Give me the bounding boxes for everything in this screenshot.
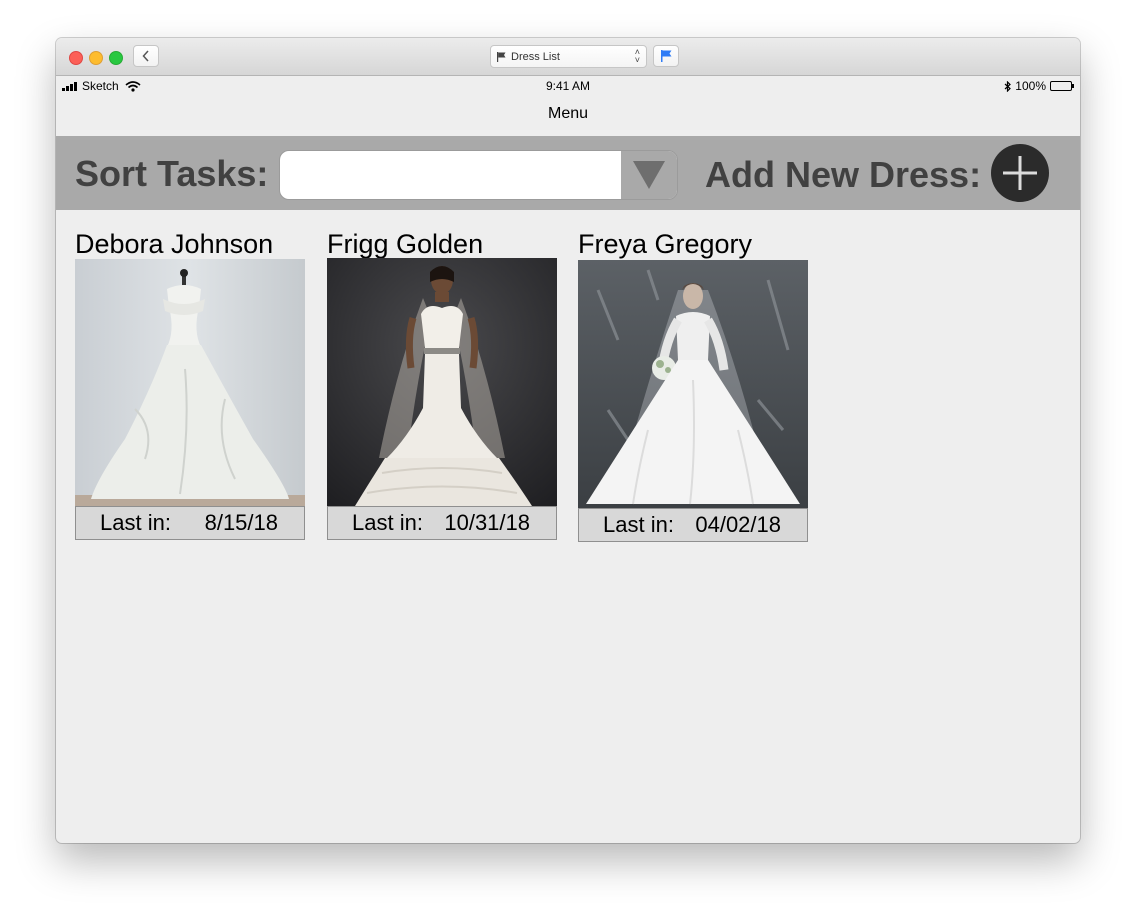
chevron-left-icon: [142, 50, 149, 62]
up-down-arrows-icon: ˄ ˅: [634, 47, 640, 65]
sort-label: Sort Tasks:: [75, 153, 269, 194]
add-dress-label: Add New Dress:: [705, 154, 982, 195]
window-titlebar: Dress List ˄ ˅: [56, 38, 1080, 76]
page-selector[interactable]: Dress List ˄ ˅: [490, 45, 647, 68]
close-window-button[interactable]: [69, 51, 83, 65]
last-in-label: Last in:: [603, 512, 674, 537]
menu-title[interactable]: Menu: [56, 105, 1080, 123]
dress-photo: [578, 260, 808, 508]
dress-card[interactable]: Frigg Golden Last in: 10/31/18: [327, 229, 557, 540]
dress-owner-name: Frigg Golden: [327, 229, 484, 259]
add-dress-button[interactable]: [991, 144, 1049, 202]
status-right: 100%: [1004, 79, 1074, 93]
last-in-footer: Last in: 8/15/18: [75, 506, 305, 540]
dropdown-button[interactable]: [621, 151, 677, 199]
back-button[interactable]: [133, 45, 159, 67]
minimize-window-button[interactable]: [89, 51, 103, 65]
dress-card[interactable]: Freya Gregory Last in: 04/02/18: [578, 229, 808, 543]
last-in-footer: Last in: 04/02/18: [578, 508, 808, 542]
last-in-date: 8/15/18: [204, 510, 278, 535]
page-selector-label: Dress List: [511, 50, 560, 63]
last-in-date: 04/02/18: [695, 512, 781, 537]
dress-card[interactable]: Debora Johnson Last in: 8/15/18: [75, 229, 305, 540]
last-in-date: 10/31/18: [444, 510, 530, 535]
triangle-down-icon: [633, 161, 665, 189]
flag-button[interactable]: [653, 45, 679, 67]
battery-percent: 100%: [1015, 79, 1046, 93]
last-in-label: Last in:: [100, 510, 171, 535]
dress-photo: [75, 259, 305, 506]
dress-photo: [327, 258, 557, 506]
bluetooth-icon: [1004, 80, 1012, 92]
toolbar: Sort Tasks: Add New Dress:: [56, 136, 1080, 210]
dress-owner-name: Freya Gregory: [578, 229, 753, 259]
dress-owner-name: Debora Johnson: [75, 229, 274, 259]
flag-icon: [497, 51, 506, 62]
blue-flag-icon: [660, 50, 671, 62]
status-bar: Sketch 9:41 AM 100%: [56, 76, 1080, 96]
app-window: Dress List ˄ ˅ Sketch 9:41 AM 100% Menu …: [56, 38, 1080, 843]
zoom-window-button[interactable]: [109, 51, 123, 65]
plus-icon: [1003, 156, 1037, 190]
battery-icon: [1050, 81, 1074, 91]
last-in-footer: Last in: 10/31/18: [327, 506, 557, 540]
sort-dropdown[interactable]: [279, 150, 678, 200]
status-time: 9:41 AM: [545, 79, 591, 93]
last-in-label: Last in:: [352, 510, 423, 535]
